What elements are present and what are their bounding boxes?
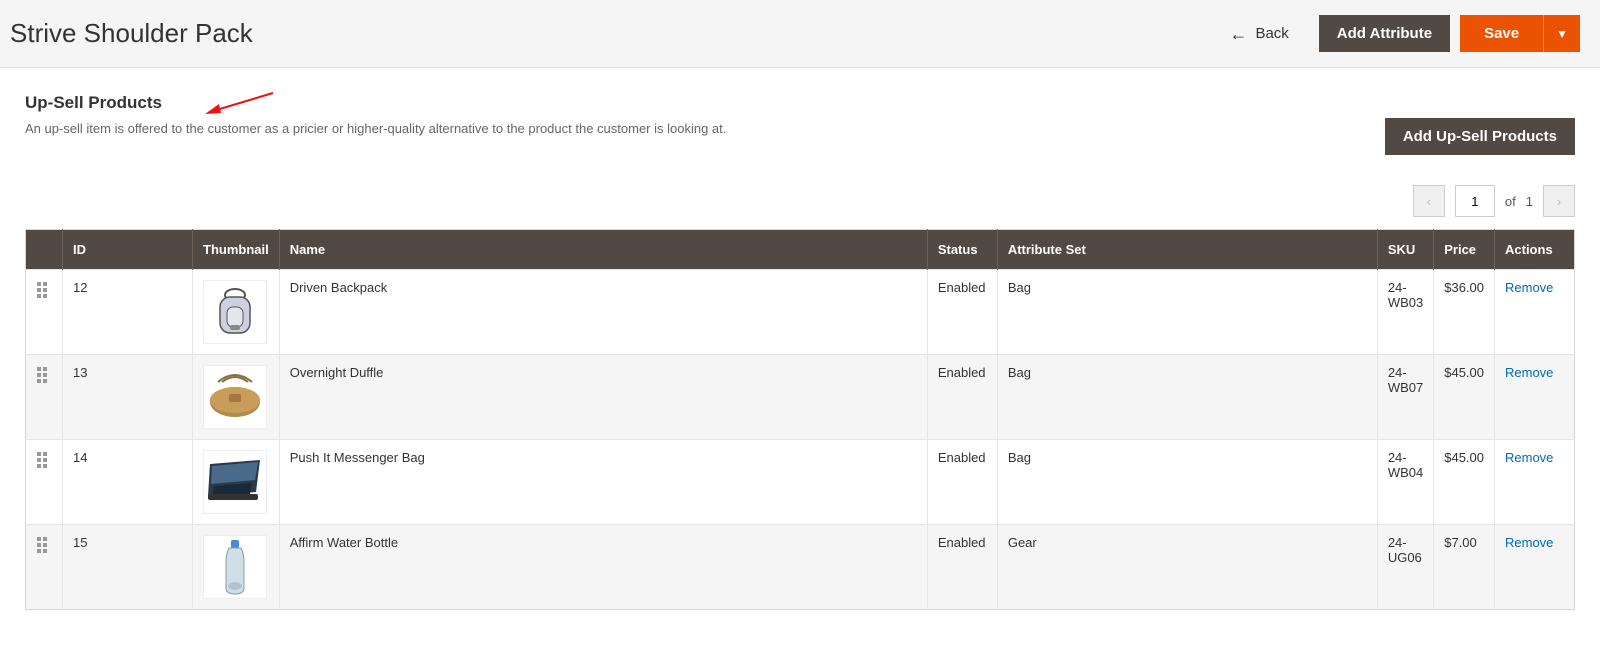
cell-status: Enabled [927,440,997,525]
cell-id: 15 [63,525,193,610]
col-header-id[interactable]: ID [63,230,193,270]
cell-id: 12 [63,270,193,355]
cell-sku: 24-WB04 [1377,440,1433,525]
cell-sku: 24-UG06 [1377,525,1433,610]
product-thumbnail-icon [203,535,267,599]
remove-link[interactable]: Remove [1505,365,1553,380]
cell-status: Enabled [927,525,997,610]
cell-price: $45.00 [1434,355,1495,440]
header-actions: ← Back Add Attribute Save ▼ [1229,15,1580,52]
cell-name: Affirm Water Bottle [279,525,927,610]
drag-handle-icon[interactable] [36,535,52,559]
section-title-text: Up-Sell Products [25,93,162,112]
cell-actions: Remove [1495,355,1575,440]
col-header-sku[interactable]: SKU [1377,230,1433,270]
cell-id: 13 [63,355,193,440]
back-label: Back [1255,25,1288,42]
cell-thumbnail [193,355,280,440]
pagination-page-input[interactable] [1455,185,1495,217]
chevron-right-icon: › [1557,194,1561,209]
pagination-prev-button[interactable]: ‹ [1413,185,1445,217]
drag-handle-icon[interactable] [36,450,52,474]
add-attribute-button[interactable]: Add Attribute [1319,15,1450,52]
cell-thumbnail [193,440,280,525]
pagination-total: 1 [1526,194,1533,209]
cell-sku: 24-WB03 [1377,270,1433,355]
col-header-status[interactable]: Status [927,230,997,270]
product-thumbnail-icon [203,365,267,429]
save-button-group: Save ▼ [1460,15,1580,52]
cell-id: 14 [63,440,193,525]
cell-attribute-set: Bag [997,355,1377,440]
table-row: 14 Push It Messenger BagEnabledBag24-WB04… [26,440,1575,525]
annotation-arrow-icon [205,89,275,119]
col-header-attribute-set[interactable]: Attribute Set [997,230,1377,270]
remove-link[interactable]: Remove [1505,535,1553,550]
cell-thumbnail [193,525,280,610]
cell-actions: Remove [1495,440,1575,525]
triangle-down-icon: ▼ [1556,27,1568,41]
cell-attribute-set: Bag [997,270,1377,355]
col-header-price[interactable]: Price [1434,230,1495,270]
cell-thumbnail [193,270,280,355]
pagination-next-button[interactable]: › [1543,185,1575,217]
table-row: 15 Affirm Water BottleEnabledGear24-UG06$… [26,525,1575,610]
col-header-drag [26,230,63,270]
col-header-name[interactable]: Name [279,230,927,270]
page-title: Strive Shoulder Pack [10,18,253,49]
cell-price: $45.00 [1434,440,1495,525]
cell-price: $36.00 [1434,270,1495,355]
cell-name: Driven Backpack [279,270,927,355]
table-row: 12 Driven BackpackEnabledBag24-WB03$36.00… [26,270,1575,355]
product-thumbnail-icon [203,450,267,514]
add-upsell-products-button[interactable]: Add Up-Sell Products [1385,118,1575,155]
page-header: Strive Shoulder Pack ← Back Add Attribut… [0,0,1600,68]
cell-status: Enabled [927,355,997,440]
table-header-row: ID Thumbnail Name Status Attribute Set S… [26,230,1575,270]
save-dropdown-toggle[interactable]: ▼ [1543,15,1580,52]
upsell-products-table: ID Thumbnail Name Status Attribute Set S… [25,229,1575,610]
save-button[interactable]: Save [1460,15,1543,52]
drag-handle-icon[interactable] [36,280,52,304]
content-area: Up-Sell Products An up-sell item is offe… [0,68,1600,630]
pagination: ‹ of 1 › [25,185,1575,217]
section-header: Up-Sell Products An up-sell item is offe… [25,93,1575,155]
cell-attribute-set: Gear [997,525,1377,610]
cell-actions: Remove [1495,270,1575,355]
section-description: An up-sell item is offered to the custom… [25,121,726,136]
arrow-left-icon: ← [1229,25,1247,43]
cell-sku: 24-WB07 [1377,355,1433,440]
cell-actions: Remove [1495,525,1575,610]
drag-handle-icon[interactable] [36,365,52,389]
cell-attribute-set: Bag [997,440,1377,525]
col-header-actions[interactable]: Actions [1495,230,1575,270]
cell-status: Enabled [927,270,997,355]
cell-price: $7.00 [1434,525,1495,610]
pagination-of-label: of [1505,194,1516,209]
product-thumbnail-icon [203,280,267,344]
col-header-thumbnail[interactable]: Thumbnail [193,230,280,270]
section-title: Up-Sell Products [25,93,726,113]
table-row: 13 Overnight DuffleEnabledBag24-WB07$45.0… [26,355,1575,440]
chevron-left-icon: ‹ [1427,194,1431,209]
cell-name: Push It Messenger Bag [279,440,927,525]
remove-link[interactable]: Remove [1505,280,1553,295]
cell-name: Overnight Duffle [279,355,927,440]
back-button[interactable]: ← Back [1229,25,1288,43]
remove-link[interactable]: Remove [1505,450,1553,465]
